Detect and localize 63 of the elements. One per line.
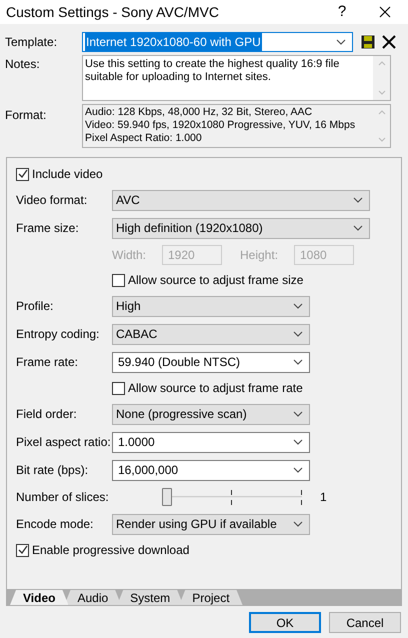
chevron-down-icon [293,359,303,365]
chevron-down-icon [336,39,346,45]
delete-icon[interactable] [382,35,396,49]
close-icon [379,6,391,18]
format-line: Audio: 128 Kbps, 48,000 Hz, 32 Bit, Stereo, AAC [85,106,314,119]
chevron-down-icon [353,197,363,203]
field-label: Field order: [16,406,78,423]
chevron-down-icon [293,439,303,445]
tab[interactable]: Project [179,590,243,605]
chevron-down-icon [293,467,303,473]
slider-value: 1 [320,489,327,506]
checkbox-label: Include video [32,166,103,183]
field-label: Bit rate (bps): [16,462,90,479]
slider[interactable] [162,487,304,507]
checkbox[interactable] [112,274,125,286]
combo-box[interactable]: 59.940 (Double NTSC) [112,352,310,372]
help-button[interactable]: ? [322,0,362,24]
chevron-down-icon [293,331,303,337]
tab[interactable]: Audio [64,590,122,605]
dropdown[interactable]: High definition (1920x1080) [112,218,370,238]
width-field: 1920 [162,245,222,265]
field-label: Profile: [16,298,54,315]
template-label: Template: [5,34,58,51]
checkbox[interactable] [16,544,29,556]
field-label: Frame rate: [16,354,80,371]
chevron-down-icon [293,303,303,309]
checkbox-label: Enable progressive download [32,542,190,559]
save-icon[interactable] [361,35,375,49]
format-line: Pixel Aspect Ratio: 1.000 [85,132,203,145]
field-label: Video format: [16,192,88,209]
field-label: Entropy coding: [16,326,100,343]
cancel-button[interactable]: Cancel [329,612,401,633]
ok-button[interactable]: OK [249,612,321,633]
combo-box[interactable]: 16,000,000 [112,460,310,480]
field-label: Pixel aspect ratio: [16,434,112,451]
checkbox[interactable] [16,168,29,180]
combo-box[interactable]: 1.0000 [112,432,310,452]
field-label: Encode mode: [16,516,94,533]
chevron-down-icon [353,225,363,231]
width-label: Width: [112,247,148,264]
notes-text: Use this setting to create the highest quality 16:9 file suitable for uploading to Internet sites. [84,57,340,85]
height-label: Height: [239,247,280,264]
window-title: Custom Settings - Sony AVC/MVC [6,2,220,22]
field-label: Number of slices: [16,489,110,506]
notes-label: Notes: [5,56,41,73]
dropdown[interactable]: None (progressive scan) [112,404,310,424]
tab[interactable]: System [117,590,184,605]
tab[interactable]: Video [10,590,68,605]
dropdown[interactable]: High [112,296,310,316]
checkbox-label: Allow source to adjust frame rate [128,380,303,397]
field-label: Frame size: [16,220,80,237]
chevron-down-icon [293,521,303,527]
chevron-down-icon [293,411,303,417]
dropdown[interactable]: Render using GPU if available [112,514,310,534]
dropdown[interactable]: AVC [112,190,370,210]
dropdown[interactable]: CABAC [112,324,310,344]
format-label: Format: [5,107,48,124]
slider-thumb[interactable] [162,488,172,506]
height-field: 1080 [294,245,354,265]
checkbox-label: Allow source to adjust frame size [128,272,304,289]
checkbox[interactable] [112,382,125,394]
format-line: Video: 59.940 fps, 1920x1080 Progressive, YUV, 16 Mbps [85,119,356,132]
template-combo-box[interactable]: Internet 1920x1080-60 with GPU [82,32,353,52]
